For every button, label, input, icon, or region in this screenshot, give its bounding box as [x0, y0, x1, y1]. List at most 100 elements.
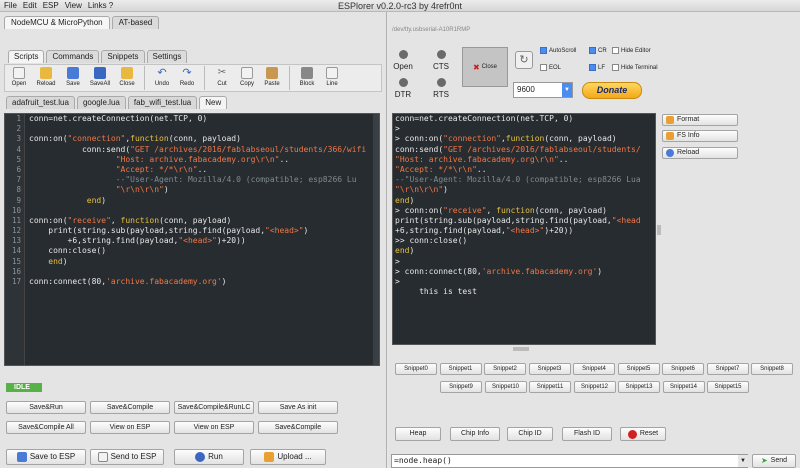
line-gutter: 1 2 3 4 5 6 7 8 9 10 11 12 13 14 15 16 1… — [5, 114, 25, 365]
undo-button[interactable]: ↶ Undo — [151, 65, 173, 91]
close-button[interactable]: Close — [116, 65, 138, 91]
pane-splitter[interactable] — [657, 225, 661, 235]
script-toolbar: Open Reload Save SaveAll Close ↶ Undo ↷ … — [4, 64, 382, 92]
autoscroll-checkbox[interactable]: AutoScroll — [540, 47, 576, 54]
editor-scrollbar[interactable] — [373, 114, 379, 365]
file-tab-google[interactable]: google.lua — [76, 96, 126, 109]
save-to-esp-icon — [16, 452, 27, 462]
line-number: 2 — [16, 124, 21, 134]
save-compile-button[interactable]: Save&Compile — [90, 401, 170, 414]
dtr-toggle[interactable]: DTR — [392, 78, 414, 99]
line-number: 15 — [11, 256, 21, 266]
send-button[interactable]: ➤ Send — [752, 454, 796, 468]
chevron-down-icon[interactable]: ▼ — [738, 455, 748, 467]
line-number: 10 — [11, 205, 21, 215]
save-button[interactable]: Save — [62, 65, 84, 91]
refresh-ports-button[interactable]: ↻ — [515, 51, 533, 69]
hide-terminal-checkbox[interactable]: Hide Terminal — [612, 64, 658, 71]
line-number: 8 — [16, 185, 21, 195]
baud-rate-select[interactable]: 9600 ▼ — [513, 82, 573, 98]
cut-button[interactable]: ✂ Cut — [211, 65, 233, 91]
snippet-button-9[interactable]: Snippet9 — [440, 381, 482, 393]
open-button[interactable]: Open — [8, 65, 30, 91]
reload-files-button[interactable]: Reload — [662, 147, 738, 159]
snippet-button-6[interactable]: Snippet6 — [662, 363, 704, 375]
snippet-button-15[interactable]: Snippet15 — [707, 381, 749, 393]
snippet-button-12[interactable]: Snippet12 — [573, 381, 616, 393]
snippet-button-13[interactable]: Snippet13 — [618, 381, 660, 393]
code-line: > — [395, 277, 400, 286]
snippet-button-2[interactable]: Snippet2 — [484, 363, 526, 375]
donate-button[interactable]: Donate — [582, 82, 642, 99]
save-to-esp-button[interactable]: Save to ESP — [6, 449, 86, 465]
close-port-button[interactable]: ✖ Close — [462, 47, 508, 87]
tab-settings[interactable]: Settings — [146, 50, 188, 63]
save-compile-runlc-button[interactable]: Save&Compile&RunLC — [174, 401, 254, 414]
rts-toggle[interactable]: RTS — [430, 78, 452, 99]
reload-button[interactable]: Reload — [33, 65, 59, 91]
chip-info-button[interactable]: Chip Info — [450, 427, 500, 441]
snippet-button-8[interactable]: Snippet8 — [751, 363, 793, 375]
snippet-button-14[interactable]: Snippet14 — [662, 381, 705, 393]
send-to-esp-button[interactable]: Send to ESP — [90, 449, 164, 465]
saveall-button[interactable]: SaveAll — [87, 65, 113, 91]
snippet-button-11[interactable]: Snippet11 — [529, 381, 571, 393]
terminal-output[interactable]: conn=net.createConnection(net.TCP, 0) > > … — [392, 113, 656, 345]
run-button[interactable]: Run — [174, 449, 244, 465]
save-compile-button-2[interactable]: Save&Compile — [258, 421, 338, 434]
tab-commands[interactable]: Commands — [46, 50, 100, 63]
view-on-esp-button[interactable]: View on ESP — [90, 421, 170, 434]
code-line: print(string.sub(payload,string.find(pay… — [395, 215, 641, 225]
open-led-icon — [398, 50, 408, 59]
format-button[interactable]: Format — [662, 114, 738, 126]
hide-editor-checkbox[interactable]: Hide Editor — [612, 47, 651, 54]
save-all-icon — [94, 67, 106, 79]
copy-button[interactable]: Copy — [236, 65, 258, 91]
line-number: 13 — [11, 236, 21, 246]
checkbox-checked-icon — [589, 64, 596, 71]
block-button[interactable]: Block — [296, 65, 318, 91]
file-tab-adafruit[interactable]: adafruit_test.lua — [6, 96, 75, 109]
snippet-button-3[interactable]: Snippet3 — [528, 363, 571, 375]
redo-button[interactable]: ↷ Redo — [176, 65, 198, 91]
code-line: "\r\n\r\n") — [115, 185, 169, 195]
snippet-button-1[interactable]: Snippet1 — [439, 363, 482, 375]
cr-checkbox[interactable]: CR — [589, 47, 607, 54]
line-icon — [326, 67, 338, 79]
line-number: 14 — [11, 246, 21, 256]
snippet-button-5[interactable]: Snippet5 — [617, 363, 660, 375]
line-button[interactable]: Line — [321, 65, 343, 91]
code-editor[interactable]: 1 2 3 4 5 6 7 8 9 10 11 12 13 14 15 16 1… — [4, 113, 380, 366]
code-line: this is test — [395, 287, 477, 297]
snippet-button-0[interactable]: Snippet0 — [395, 363, 437, 375]
tab-scripts[interactable]: Scripts — [8, 50, 45, 63]
lf-checkbox[interactable]: LF — [589, 64, 605, 71]
save-as-init-button[interactable]: Save As init — [258, 401, 338, 414]
snippet-button-4[interactable]: Snippet4 — [573, 363, 615, 375]
reset-button[interactable]: Reset — [620, 427, 666, 441]
tab-nodemcu[interactable]: NodeMCU & MicroPython — [4, 16, 110, 29]
tab-snippets[interactable]: Snippets — [101, 50, 145, 63]
upload-button[interactable]: Upload ... — [250, 449, 326, 465]
paste-icon — [266, 67, 278, 79]
command-input[interactable]: =node.heap() — [391, 454, 748, 468]
eol-checkbox[interactable]: EOL — [540, 64, 561, 71]
file-tab-fab-wifi[interactable]: fab_wifi_test.lua — [127, 96, 198, 109]
heap-button[interactable]: Heap — [395, 427, 441, 441]
flash-id-button[interactable]: Flash ID — [562, 427, 612, 441]
file-tab-new[interactable]: New — [199, 96, 228, 109]
view-on-esp-button-2[interactable]: View on ESP — [174, 421, 254, 434]
fs-info-button[interactable]: FS Info — [662, 130, 738, 142]
snippet-button-7[interactable]: Snippet7 — [706, 363, 749, 375]
open-control[interactable]: Open — [392, 50, 414, 71]
paste-button[interactable]: Paste — [261, 65, 283, 91]
snippet-button-10[interactable]: Snippet10 — [484, 381, 527, 393]
save-compile-all-button[interactable]: Save&Compile All — [6, 421, 86, 434]
tab-at-based[interactable]: AT-based — [111, 16, 160, 29]
chip-id-button[interactable]: Chip ID — [507, 427, 553, 441]
code-line: conn:send("GET /archives/2016/fablabseou… — [395, 144, 641, 154]
save-run-button[interactable]: Save&Run — [6, 401, 86, 414]
code-line: conn:close() — [29, 246, 107, 256]
terminal-splitter[interactable] — [513, 347, 529, 351]
